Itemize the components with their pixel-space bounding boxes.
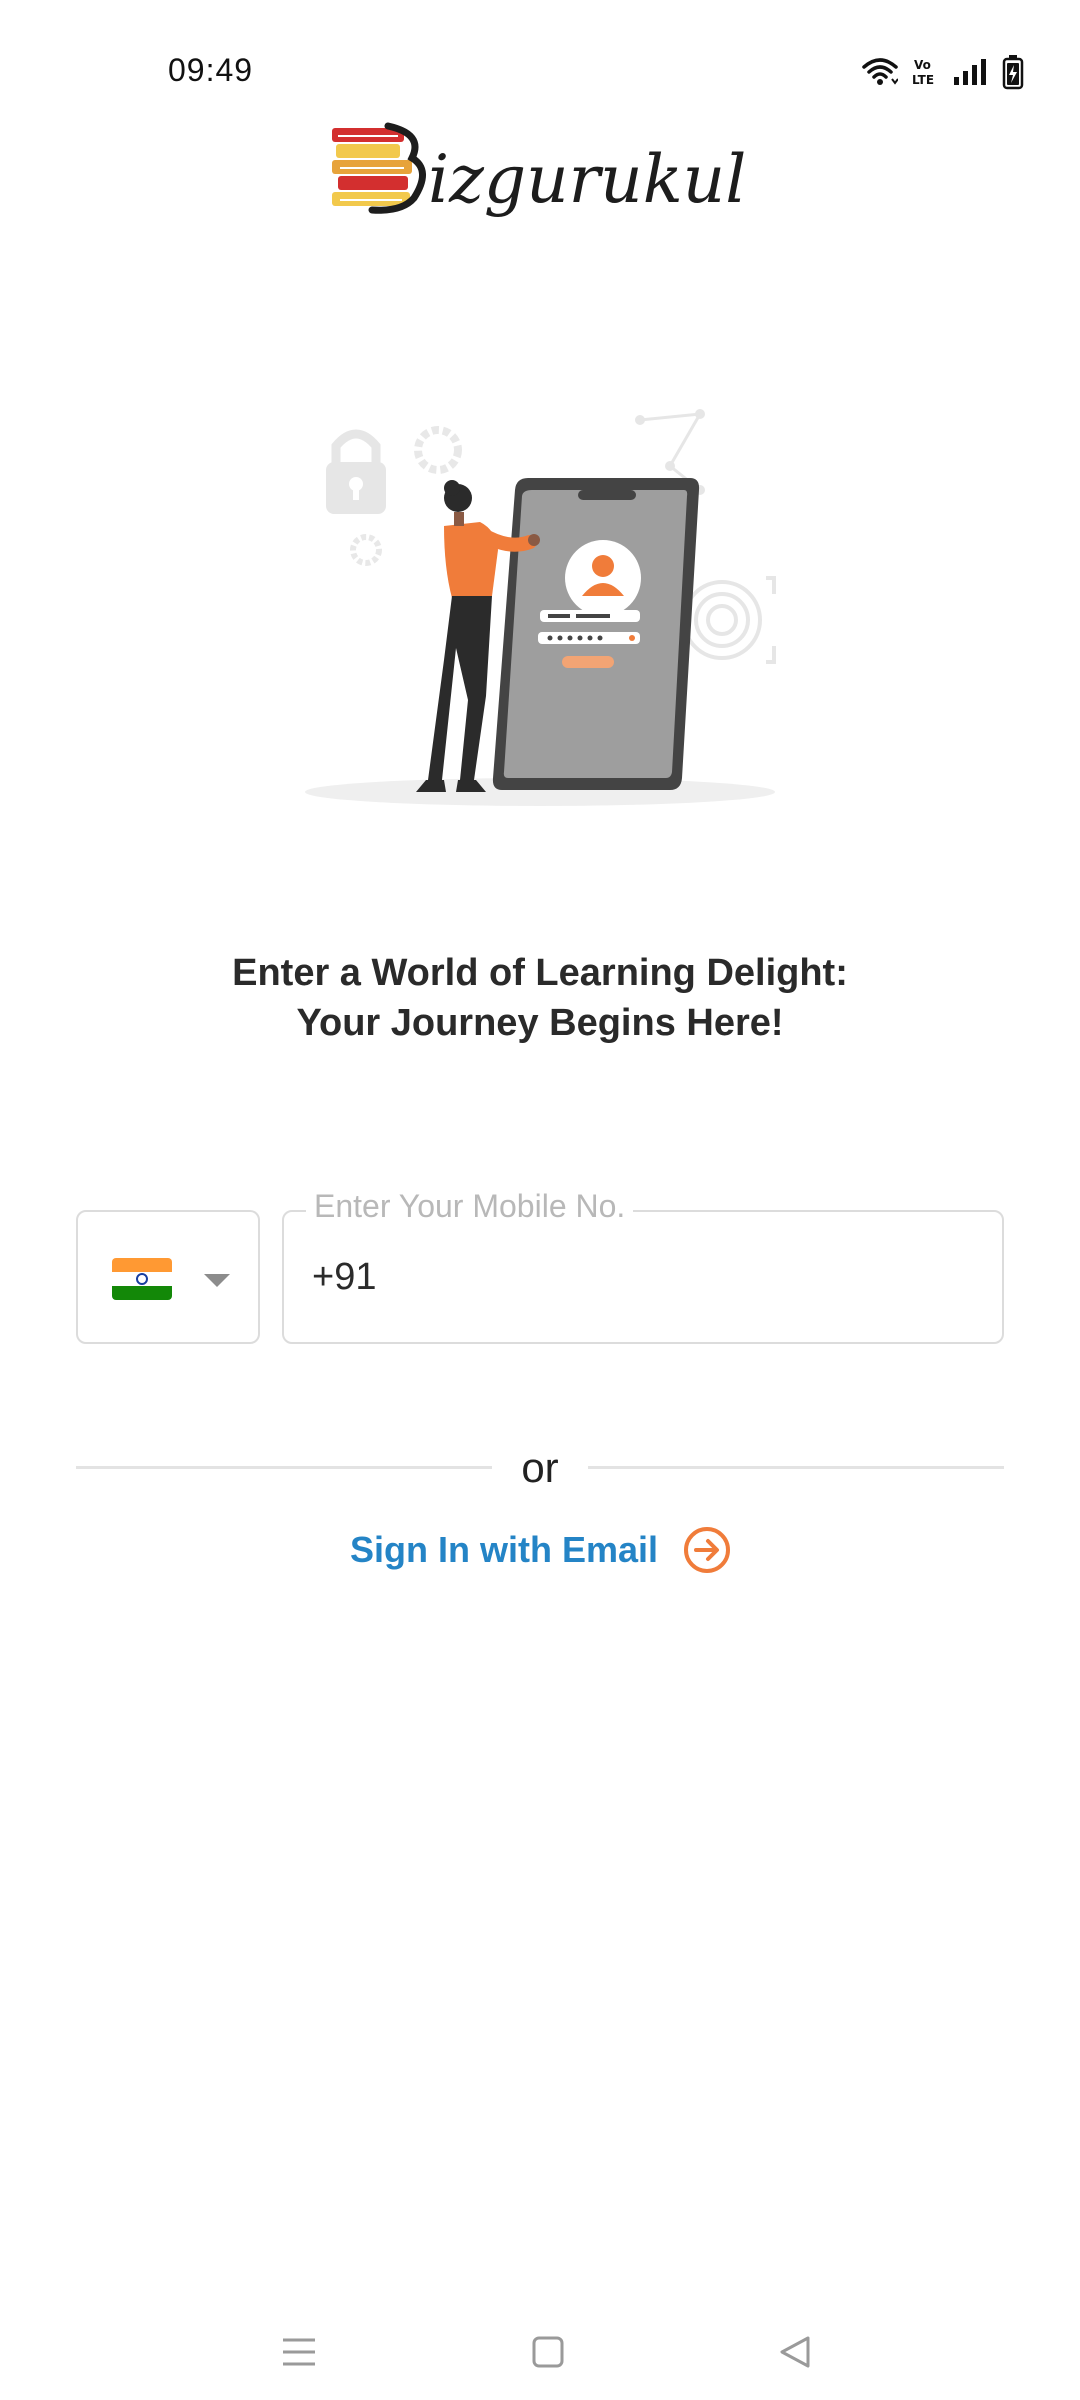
headline-line-1: Enter a World of Learning Delight: <box>232 952 848 994</box>
svg-text:izgurukul: izgurukul <box>428 141 746 218</box>
signal-icon <box>954 59 986 85</box>
person-unlocking-phone-illustration <box>305 409 776 806</box>
back-icon[interactable] <box>774 2330 818 2374</box>
india-flag-icon <box>112 1258 172 1300</box>
sign-in-with-email-label: Sign In with Email <box>350 1529 659 1570</box>
status-icons: Vo LTE <box>862 52 1024 92</box>
status-time: 09:49 <box>168 52 254 88</box>
headline-line-2: Your Journey Begins Here! <box>296 1002 784 1044</box>
mobile-number-input[interactable] <box>312 1256 912 1299</box>
country-code-selector[interactable] <box>76 1210 260 1344</box>
chevron-down-icon <box>204 1274 230 1287</box>
home-icon[interactable] <box>526 2330 570 2374</box>
divider-right <box>588 1466 1004 1469</box>
menu-icon[interactable] <box>277 2330 321 2374</box>
sign-in-with-email-button[interactable]: Sign In with Email <box>350 1524 732 1576</box>
mobile-number-field[interactable]: Enter Your Mobile No. <box>282 1188 1004 1344</box>
mobile-number-label: Enter Your Mobile No. <box>306 1188 634 1225</box>
bizgurukul-logo: izgurukul <box>332 122 746 218</box>
welcome-headline: Enter a World of Learning Delight: Your … <box>0 948 1080 1048</box>
system-nav-bar <box>0 2300 1080 2400</box>
arrow-right-circle-icon <box>684 1527 731 1573</box>
wifi-icon <box>862 58 898 85</box>
svg-text:LTE: LTE <box>912 73 934 87</box>
svg-text:Vo: Vo <box>914 58 931 72</box>
volte-icon: Vo LTE <box>912 58 934 87</box>
battery-charging-icon <box>1002 55 1024 90</box>
